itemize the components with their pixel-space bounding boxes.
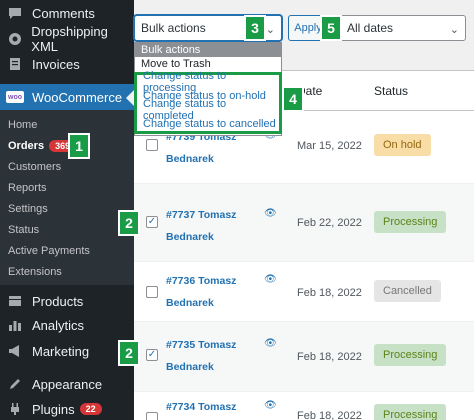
submenu-reports[interactable]: Reports bbox=[8, 178, 47, 198]
plugins-icon bbox=[6, 400, 24, 418]
callout-5: 5 bbox=[320, 15, 342, 41]
order-link[interactable]: #7737 Tomasz Bednarek bbox=[166, 204, 256, 248]
menu-marketing[interactable]: Marketing bbox=[0, 338, 134, 364]
status-badge: Processing bbox=[374, 404, 447, 420]
bulk-actions-value: Bulk actions bbox=[141, 21, 206, 35]
option-bulk-actions[interactable]: Bulk actions bbox=[135, 43, 281, 57]
menu-woocommerce[interactable]: woo WooCommerce bbox=[0, 84, 134, 110]
menu-comments[interactable]: Comments bbox=[0, 0, 134, 26]
option-status-cancelled[interactable]: Change status to cancelled bbox=[137, 117, 279, 131]
callout-3: 3 bbox=[244, 15, 266, 41]
callout-2: 2 bbox=[118, 210, 140, 236]
menu-dropshipping-label: Dropshipping XML bbox=[31, 24, 108, 54]
option-status-completed[interactable]: Change status to completed bbox=[137, 98, 279, 122]
row-checkbox[interactable] bbox=[146, 139, 158, 151]
submenu-status-label: Status bbox=[8, 224, 40, 236]
preview-eye-icon[interactable]: 👁 bbox=[264, 338, 277, 349]
chevron-down-icon: ⌄ bbox=[265, 24, 275, 36]
submenu-extensions-label: Extensions bbox=[8, 266, 62, 278]
menu-plugins[interactable]: Plugins 22 bbox=[0, 396, 134, 420]
menu-dropshipping[interactable]: Dropshipping XML bbox=[0, 24, 134, 54]
table-row[interactable]: ✓ #7735 Tomasz Bednarek 👁 Feb 18, 2022 P… bbox=[134, 322, 474, 392]
orders-main: Bulk actions ⌄ Apply All dates ⌄ Date St… bbox=[134, 0, 474, 420]
analytics-icon bbox=[6, 316, 24, 334]
submenu-home-label: Home bbox=[8, 119, 38, 131]
marketing-icon bbox=[6, 342, 24, 360]
menu-analytics-label: Analytics bbox=[32, 317, 85, 333]
menu-plugins-label: Plugins bbox=[32, 401, 75, 417]
callout-4: 4 bbox=[282, 86, 304, 112]
submenu-customers-label: Customers bbox=[8, 161, 62, 173]
preview-eye-icon[interactable]: 👁 bbox=[264, 400, 277, 411]
status-badge: Cancelled bbox=[374, 280, 441, 302]
preview-eye-icon[interactable]: 👁 bbox=[264, 274, 277, 285]
status-badge: Processing bbox=[374, 211, 447, 233]
dates-filter-select[interactable]: All dates ⌄ bbox=[340, 15, 466, 41]
submenu-customers[interactable]: Customers bbox=[8, 157, 61, 177]
submenu-active-payments[interactable]: Active Payments bbox=[8, 241, 90, 261]
appearance-icon bbox=[6, 375, 24, 393]
status-badge: Processing bbox=[374, 344, 447, 366]
menu-invoices-label: Invoices bbox=[32, 56, 80, 72]
submenu-orders-label: Orders bbox=[8, 140, 45, 152]
table-row[interactable]: #7736 Tomasz Bednarek 👁 Feb 18, 2022 Can… bbox=[134, 262, 474, 322]
menu-comments-label: Comments bbox=[32, 5, 95, 21]
submenu-home[interactable]: Home bbox=[8, 115, 37, 135]
order-date: Feb 18, 2022 bbox=[297, 410, 362, 420]
invoice-icon bbox=[6, 55, 24, 73]
bulk-actions-dropdown: Bulk actions Move to Trash Change status… bbox=[134, 42, 282, 136]
row-checkbox[interactable] bbox=[146, 286, 158, 298]
order-date: Feb 18, 2022 bbox=[297, 287, 362, 299]
table-row[interactable]: #7734 Tomasz Bednarek 👁 Feb 18, 2022 Pro… bbox=[134, 392, 474, 420]
menu-analytics[interactable]: Analytics bbox=[0, 312, 134, 338]
woocommerce-icon-text: woo bbox=[6, 91, 24, 103]
order-link[interactable]: #7734 Tomasz Bednarek bbox=[166, 396, 256, 420]
row-checkbox[interactable]: ✓ bbox=[146, 216, 158, 228]
option-status-processing[interactable]: Change status to processing bbox=[137, 70, 279, 94]
woocommerce-icon: woo bbox=[6, 88, 24, 106]
comment-icon bbox=[6, 4, 24, 22]
menu-products[interactable]: Products bbox=[0, 288, 134, 314]
menu-marketing-label: Marketing bbox=[32, 343, 90, 359]
order-date: Feb 22, 2022 bbox=[297, 217, 362, 229]
admin-sidebar: Comments Dropshipping XML Invoices woo W… bbox=[0, 0, 134, 420]
current-menu-arrow bbox=[126, 90, 134, 106]
callout-2: 2 bbox=[118, 340, 140, 366]
order-date: Feb 18, 2022 bbox=[297, 351, 362, 363]
plugins-count-badge: 22 bbox=[79, 403, 102, 415]
menu-appearance[interactable]: Appearance bbox=[0, 371, 134, 397]
status-badge: On hold bbox=[374, 134, 431, 156]
menu-invoices[interactable]: Invoices bbox=[0, 51, 134, 77]
submenu-reports-label: Reports bbox=[8, 182, 47, 194]
dates-filter-value: All dates bbox=[347, 21, 394, 35]
submenu-settings-label: Settings bbox=[8, 203, 48, 215]
submenu-extensions[interactable]: Extensions bbox=[8, 262, 62, 282]
submenu-active-payments-label: Active Payments bbox=[8, 245, 90, 257]
submenu-settings[interactable]: Settings bbox=[8, 199, 48, 219]
row-checkbox[interactable]: ✓ bbox=[146, 349, 158, 361]
submenu-status[interactable]: Status bbox=[8, 220, 39, 240]
order-link[interactable]: #7735 Tomasz Bednarek bbox=[166, 334, 256, 378]
preview-eye-icon[interactable]: 👁 bbox=[264, 208, 277, 219]
chevron-down-icon: ⌄ bbox=[449, 24, 459, 36]
order-link[interactable]: #7736 Tomasz Bednarek bbox=[166, 270, 256, 314]
table-row[interactable]: ✓ #7737 Tomasz Bednarek 👁 Feb 22, 2022 P… bbox=[134, 184, 474, 262]
order-date: Mar 15, 2022 bbox=[297, 140, 362, 152]
menu-products-label: Products bbox=[32, 293, 84, 309]
products-icon bbox=[6, 292, 24, 310]
column-status: Status bbox=[374, 84, 409, 98]
menu-appearance-label: Appearance bbox=[32, 376, 103, 392]
option-move-to-trash[interactable]: Move to Trash bbox=[135, 57, 281, 71]
status-options-group: Change status to processing Change statu… bbox=[134, 70, 282, 134]
woocommerce-submenu: Home Orders 369 Customers Reports Settin… bbox=[0, 110, 134, 285]
submenu-orders[interactable]: Orders 369 bbox=[8, 136, 77, 156]
menu-woocommerce-label: WooCommerce bbox=[32, 89, 123, 105]
callout-1: 1 bbox=[68, 133, 90, 159]
row-checkbox[interactable] bbox=[146, 412, 158, 420]
dropshipping-icon bbox=[6, 30, 23, 48]
